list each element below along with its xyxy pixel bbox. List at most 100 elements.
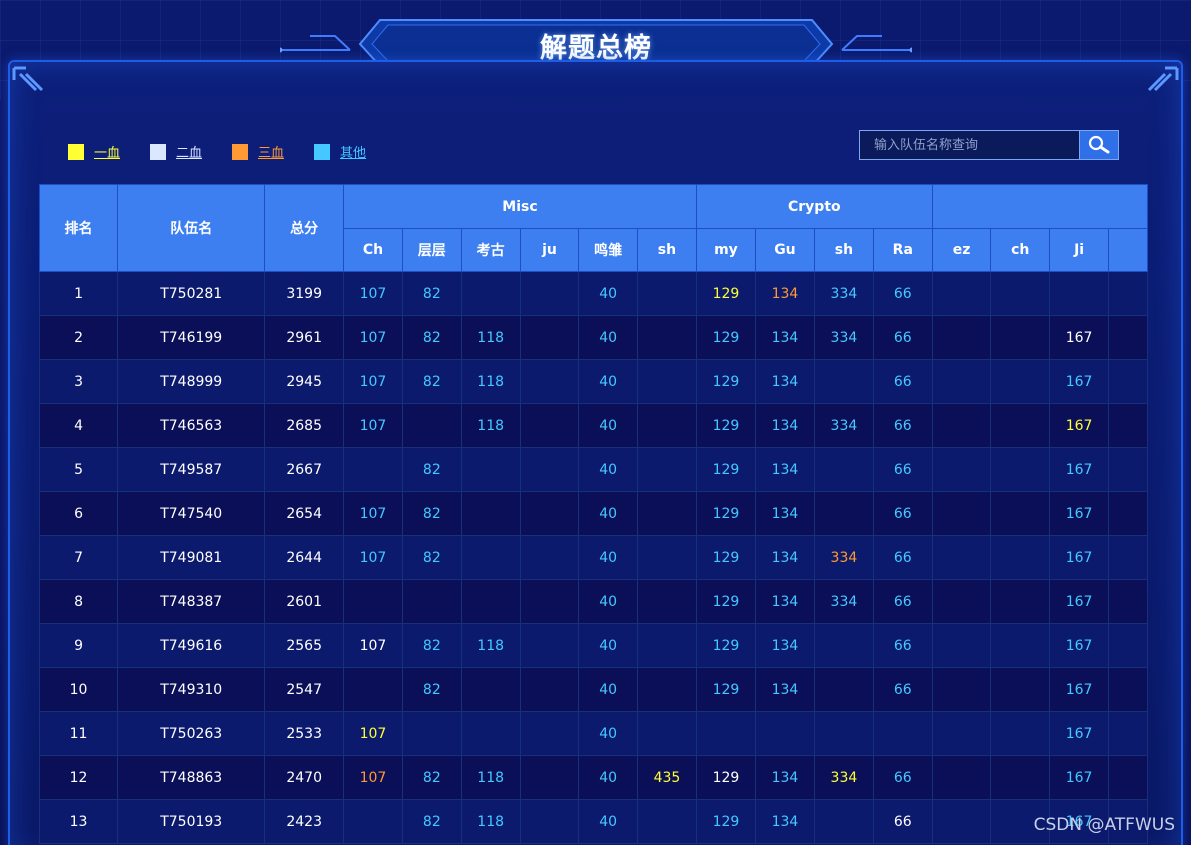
score-cell	[636, 447, 697, 492]
score-cell	[931, 579, 992, 624]
score-cell: 82	[401, 667, 462, 712]
rank-cell: 12	[39, 755, 119, 800]
score-cell	[695, 711, 756, 756]
score-cell	[931, 403, 992, 448]
score-cell: 40	[578, 403, 638, 448]
score-cell	[636, 403, 697, 448]
score-cell	[519, 667, 580, 712]
table-row: 12 T748863 2470 107 82 118 40 435 129 134 334 66 167	[39, 755, 1148, 800]
legend-label: 一血	[94, 146, 121, 161]
score-cell	[931, 359, 992, 404]
score-cell	[1108, 579, 1148, 624]
challenge-header: ch	[990, 228, 1051, 272]
column-header: 排名	[39, 184, 119, 272]
score-cell: 134	[754, 667, 815, 712]
score-cell	[931, 491, 992, 536]
team-name-cell: T746563	[117, 403, 266, 448]
table-row: 11 T750263 2533 107 40 167	[39, 711, 1148, 756]
team-name-cell: T749616	[117, 623, 266, 668]
total-score-cell: 2685	[264, 403, 344, 448]
score-cell	[931, 667, 992, 712]
score-cell	[401, 403, 462, 448]
challenge-header: Gu	[754, 228, 815, 272]
score-cell	[813, 667, 874, 712]
score-cell: 66	[872, 491, 933, 536]
score-cell: 167	[1049, 359, 1110, 404]
score-cell: 66	[872, 623, 933, 668]
score-cell: 129	[695, 623, 756, 668]
total-score-cell: 2470	[264, 755, 344, 800]
score-cell: 107	[342, 491, 403, 536]
challenge-header: sh	[636, 228, 697, 272]
challenge-header: Ji	[1049, 228, 1110, 272]
total-score-cell: 2533	[264, 711, 344, 756]
score-cell: 107	[342, 623, 403, 668]
score-cell: 66	[872, 359, 933, 404]
score-cell: 118	[460, 623, 521, 668]
score-cell	[636, 711, 697, 756]
score-cell: 82	[401, 799, 462, 844]
score-cell: 107	[342, 711, 403, 756]
score-cell: 118	[460, 403, 521, 448]
score-cell	[1108, 711, 1148, 756]
score-cell: 334	[813, 315, 874, 360]
total-score-cell: 2644	[264, 535, 344, 580]
score-cell: 167	[1049, 403, 1110, 448]
score-cell: 167	[1049, 579, 1110, 624]
score-cell	[990, 315, 1051, 360]
team-name-cell: T749310	[117, 667, 266, 712]
team-name-cell: T747540	[117, 491, 266, 536]
score-cell: 167	[1049, 755, 1110, 800]
score-cell	[460, 447, 521, 492]
challenge-header	[1108, 228, 1148, 272]
score-cell: 134	[754, 271, 815, 316]
score-cell	[1108, 271, 1148, 316]
score-cell	[990, 623, 1051, 668]
score-cell: 82	[401, 755, 462, 800]
column-header: 总分	[264, 184, 344, 272]
score-cell: 40	[578, 535, 638, 580]
score-cell: 167	[1049, 535, 1110, 580]
table-row: 7 T749081 2644 107 82 40 129 134 334 66 167	[39, 535, 1148, 580]
score-cell: 134	[754, 359, 815, 404]
score-cell	[1108, 315, 1148, 360]
challenge-header: ez	[931, 228, 992, 272]
score-cell: 82	[401, 359, 462, 404]
score-cell: 334	[813, 579, 874, 624]
score-cell	[342, 799, 403, 844]
score-cell: 134	[754, 491, 815, 536]
score-cell: 134	[754, 315, 815, 360]
table-row: 6 T747540 2654 107 82 40 129 134 66 167	[39, 491, 1148, 536]
score-cell	[813, 359, 874, 404]
score-cell	[990, 447, 1051, 492]
legend-label: 三血	[258, 146, 285, 161]
category-header: Crypto	[695, 184, 933, 229]
total-score-cell: 2565	[264, 623, 344, 668]
score-cell	[1049, 271, 1110, 316]
total-score-cell: 2945	[264, 359, 344, 404]
score-cell: 334	[813, 271, 874, 316]
score-cell	[931, 711, 992, 756]
score-cell	[1108, 667, 1148, 712]
challenge-header: 鸣雏	[578, 228, 638, 272]
score-cell: 66	[872, 799, 933, 844]
score-cell	[636, 491, 697, 536]
legend-swatch	[232, 143, 249, 160]
total-score-cell: 2667	[264, 447, 344, 492]
search-input[interactable]	[859, 130, 1079, 160]
score-cell: 129	[695, 491, 756, 536]
search-icon	[1088, 135, 1110, 154]
search-button[interactable]	[1079, 130, 1119, 160]
score-cell	[931, 799, 992, 844]
score-cell: 134	[754, 579, 815, 624]
legend-first-blood: 一血	[68, 142, 120, 161]
score-cell: 129	[695, 447, 756, 492]
team-name-cell: T746199	[117, 315, 266, 360]
rank-cell: 9	[39, 623, 119, 668]
score-cell: 129	[695, 755, 756, 800]
score-cell	[342, 667, 403, 712]
score-cell: 82	[401, 315, 462, 360]
score-cell	[636, 271, 697, 316]
category-header: Misc	[342, 184, 697, 229]
score-cell: 40	[578, 359, 638, 404]
